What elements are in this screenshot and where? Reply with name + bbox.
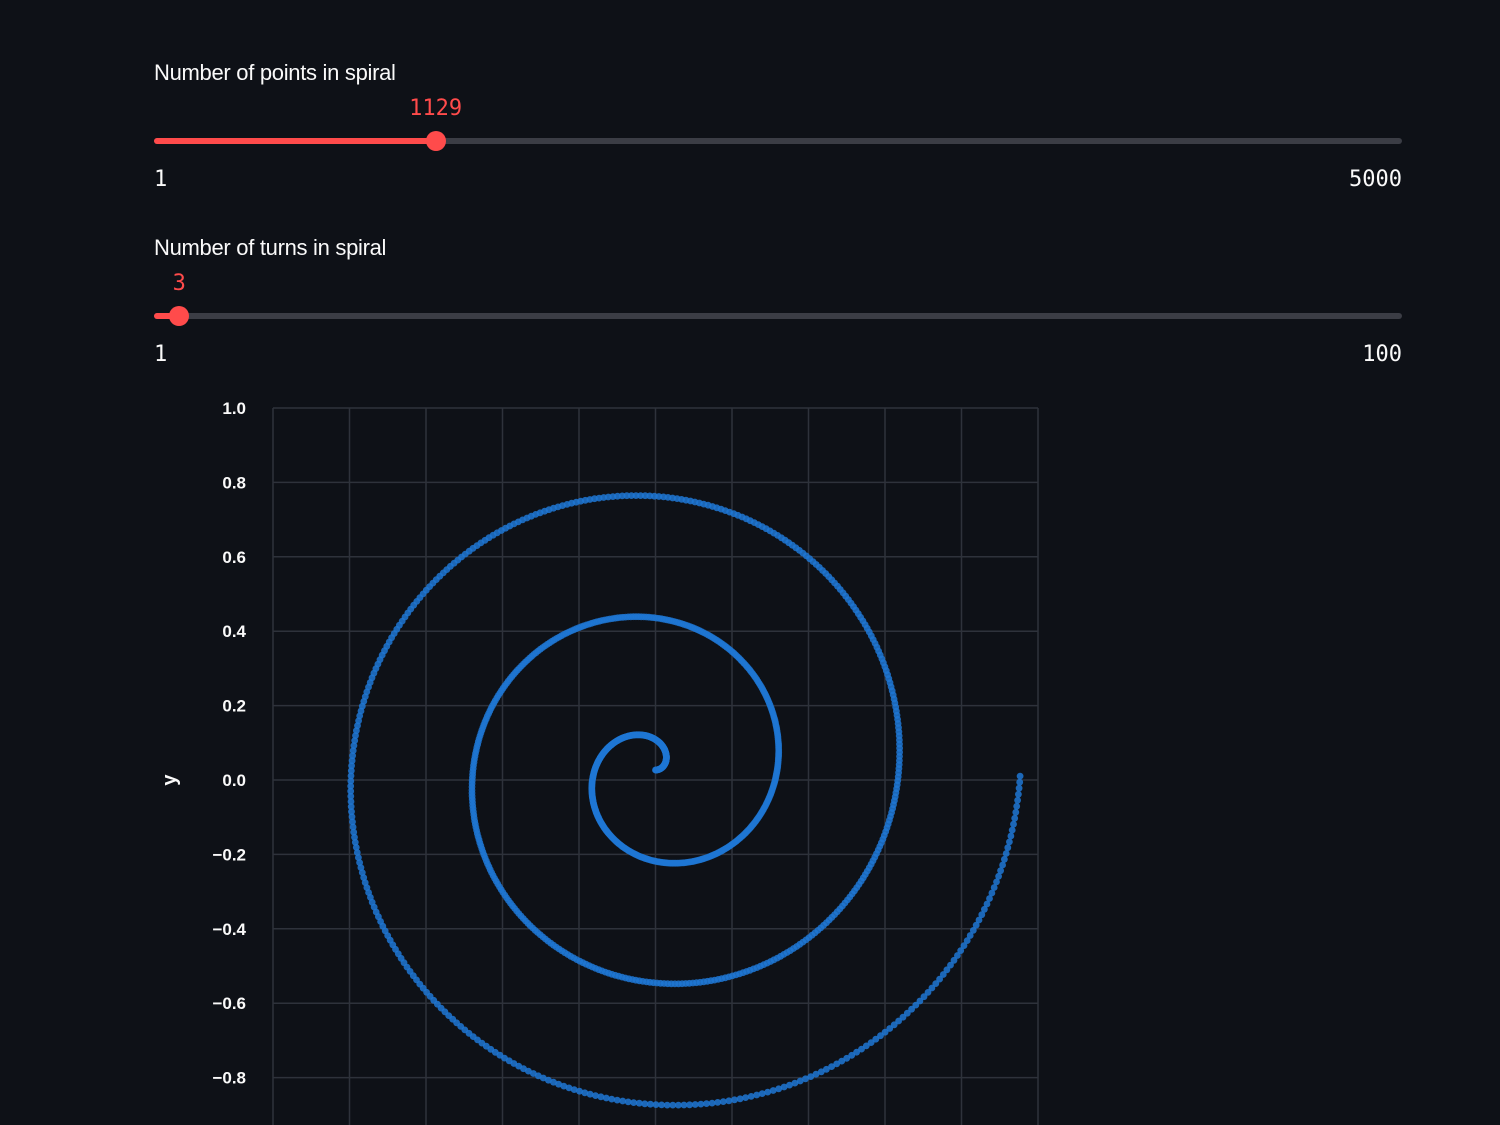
spiral-point	[1012, 808, 1020, 816]
spiral-point	[1008, 826, 1016, 834]
points-slider-min: 1	[154, 167, 168, 192]
points-slider-thumb[interactable]	[425, 131, 446, 151]
chart-grid	[272, 407, 1039, 1125]
y-tick-labels: 1.0 0.8 0.6 0.4 0.2 0.0 −0.2 −0.4 −0.6 −0.8	[212, 399, 246, 1088]
y-axis-title: y	[159, 774, 181, 786]
y-tick-label: 0.4	[222, 622, 246, 641]
turns-slider[interactable]: Number of turns in spiral 3 1 100	[154, 235, 1402, 375]
spiral-point	[1010, 820, 1017, 828]
spiral-point	[1016, 772, 1024, 780]
spiral-point	[1007, 832, 1015, 840]
spiral-point	[1004, 844, 1012, 852]
turns-slider-label: Number of turns in spiral	[154, 235, 387, 260]
y-tick-label: 0.6	[222, 548, 246, 567]
spiral-points	[347, 492, 1024, 1109]
spiral-point	[1015, 784, 1023, 792]
turns-slider-max: 100	[1362, 342, 1402, 367]
points-slider-fill	[154, 138, 436, 144]
streamlit-app: Number of points in spiral 1129 1 5000 N…	[0, 0, 1500, 1125]
y-tick-label: 0.8	[222, 473, 246, 492]
spiral-point	[1016, 778, 1024, 786]
turns-slider-track[interactable]	[154, 306, 1402, 326]
turns-slider-value: 3	[172, 271, 186, 296]
spiral-point	[742, 1094, 749, 1101]
points-slider[interactable]: Number of points in spiral 1129 1 5000	[154, 60, 1402, 200]
points-slider-value: 1129	[409, 96, 463, 121]
spiral-point	[1014, 796, 1021, 804]
spiral-point	[1015, 790, 1022, 798]
y-tick-label: −0.8	[212, 1069, 246, 1088]
y-tick-label: 0.0	[222, 771, 246, 790]
spiral-chart[interactable]: 1.0 0.8 0.6 0.4 0.2 0.0 −0.2 −0.4 −0.6 −0.8 y	[150, 395, 1050, 1125]
y-tick-label: −0.6	[212, 994, 246, 1013]
turns-slider-min: 1	[154, 342, 168, 367]
spiral-point	[1001, 855, 1008, 863]
spiral-point	[1013, 802, 1021, 810]
spiral-point	[1011, 814, 1019, 822]
y-tick-label: −0.4	[212, 920, 246, 939]
spiral-point	[1002, 850, 1010, 857]
points-slider-label: Number of points in spiral	[154, 60, 396, 85]
turns-slider-thumb[interactable]	[169, 306, 190, 326]
points-slider-max: 5000	[1349, 167, 1402, 192]
y-tick-label: 1.0	[222, 399, 246, 418]
y-tick-label: 0.2	[222, 697, 246, 716]
spiral-point	[1006, 838, 1013, 846]
y-tick-label: −0.2	[212, 845, 246, 864]
points-slider-track[interactable]	[154, 131, 1402, 151]
